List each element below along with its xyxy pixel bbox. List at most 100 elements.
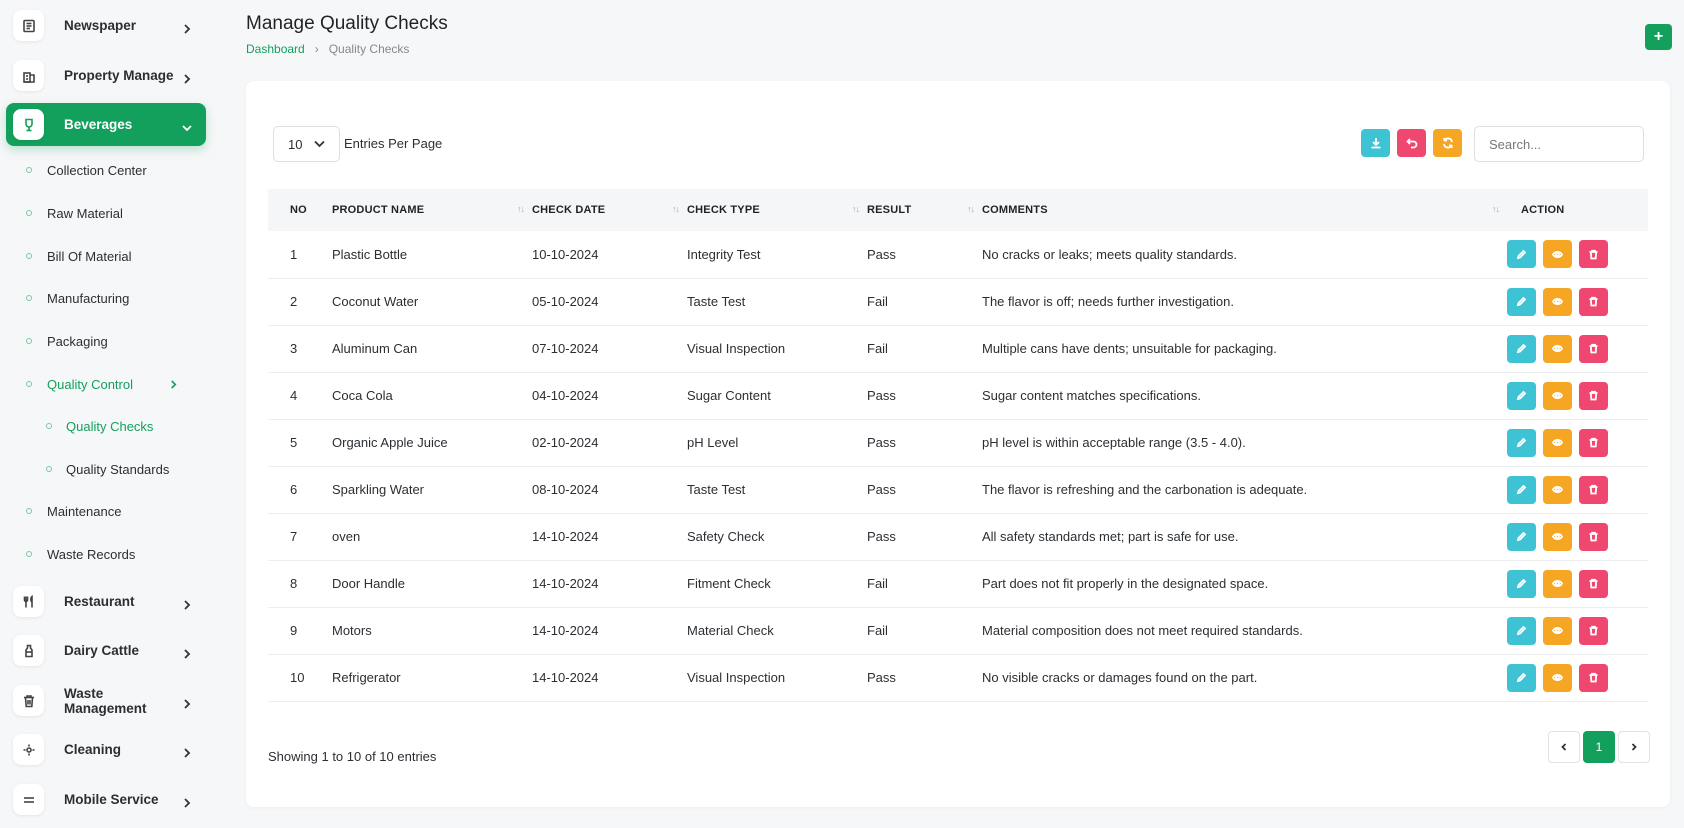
delete-button[interactable] bbox=[1579, 522, 1608, 551]
chevron-right-icon bbox=[182, 696, 192, 709]
cell-comments: The flavor is refreshing and the carbona… bbox=[982, 466, 1507, 514]
sidebar-sub-packaging[interactable]: Packaging bbox=[26, 326, 108, 356]
table-row: 2 Coconut Water 05-10-2024 Taste Test Fail Th… bbox=[268, 278, 1648, 326]
delete-button[interactable] bbox=[1579, 287, 1608, 316]
delete-button[interactable] bbox=[1579, 475, 1608, 504]
page-title: Manage Quality Checks bbox=[246, 13, 448, 34]
sidebar-sub-quality-control[interactable]: Quality Control bbox=[26, 369, 178, 399]
add-quality-check-button[interactable]: + bbox=[1645, 24, 1672, 50]
table-row: 5 Organic Apple Juice 02-10-2024 pH Level Pa… bbox=[268, 419, 1648, 467]
edit-button[interactable] bbox=[1507, 381, 1536, 410]
delete-button[interactable] bbox=[1579, 381, 1608, 410]
delete-button[interactable] bbox=[1579, 569, 1608, 598]
cell-product-name: Refrigerator bbox=[332, 654, 532, 702]
export-button[interactable] bbox=[1361, 129, 1390, 157]
sidebar-item-waste-management[interactable]: Waste Management bbox=[6, 679, 206, 722]
delete-button[interactable] bbox=[1579, 616, 1608, 645]
column-header-no[interactable]: NO bbox=[268, 189, 332, 231]
pencil-icon bbox=[1516, 484, 1527, 495]
previous-page-button[interactable] bbox=[1548, 731, 1580, 763]
column-header-check-type[interactable]: CHECK TYPE ↑↓ bbox=[687, 189, 867, 231]
edit-button[interactable] bbox=[1507, 240, 1536, 269]
page-button-current[interactable]: 1 bbox=[1583, 731, 1615, 763]
sidebar-sub-manufacturing[interactable]: Manufacturing bbox=[26, 283, 129, 313]
trash-icon bbox=[1589, 249, 1598, 260]
view-button[interactable] bbox=[1543, 475, 1572, 504]
view-button[interactable] bbox=[1543, 569, 1572, 598]
column-header-check-date[interactable]: CHECK DATE ↑↓ bbox=[532, 189, 687, 231]
sidebar-item-newspaper[interactable]: Newspaper bbox=[6, 4, 206, 47]
sidebar: Newspaper Property Manage Beverages Coll… bbox=[0, 0, 220, 828]
cell-result: Pass bbox=[867, 419, 982, 467]
bullet-icon bbox=[26, 508, 32, 514]
quality-checks-table: NO PRODUCT NAME ↑↓ CHECK DATE ↑↓ CHECK TYP… bbox=[268, 189, 1648, 702]
sidebar-item-cleaning[interactable]: Cleaning bbox=[6, 728, 206, 771]
row-actions bbox=[1507, 381, 1648, 410]
cell-product-name: Motors bbox=[332, 607, 532, 655]
sidebar-item-dairy-cattle[interactable]: Dairy Cattle bbox=[6, 629, 206, 672]
edit-button[interactable] bbox=[1507, 428, 1536, 457]
breadcrumb-dashboard-link[interactable]: Dashboard bbox=[246, 42, 305, 56]
delete-button[interactable] bbox=[1579, 334, 1608, 363]
view-button[interactable] bbox=[1543, 287, 1572, 316]
sidebar-item-label: Dairy Cattle bbox=[64, 643, 140, 658]
chevron-right-icon bbox=[169, 377, 178, 392]
view-button[interactable] bbox=[1543, 381, 1572, 410]
cell-check-type: Visual Inspection bbox=[687, 654, 867, 702]
row-actions bbox=[1507, 663, 1648, 692]
cell-result: Fail bbox=[867, 560, 982, 608]
cell-no: 6 bbox=[268, 466, 332, 514]
view-button[interactable] bbox=[1543, 334, 1572, 363]
column-header-product-name[interactable]: PRODUCT NAME ↑↓ bbox=[332, 189, 532, 231]
sidebar-sub-maintenance[interactable]: Maintenance bbox=[26, 496, 121, 526]
sidebar-item-mobile-service[interactable]: Mobile Service bbox=[6, 778, 206, 821]
edit-button[interactable] bbox=[1507, 569, 1536, 598]
trash-icon bbox=[1589, 625, 1598, 636]
refresh-button[interactable] bbox=[1433, 129, 1462, 157]
delete-button[interactable] bbox=[1579, 240, 1608, 269]
view-button[interactable] bbox=[1543, 240, 1572, 269]
undo-button[interactable] bbox=[1397, 129, 1426, 157]
column-header-result[interactable]: RESULT ↑↓ bbox=[867, 189, 982, 231]
edit-button[interactable] bbox=[1507, 663, 1536, 692]
column-header-action: ACTION bbox=[1521, 204, 1565, 216]
entries-per-page-select[interactable]: 10 bbox=[273, 126, 340, 162]
edit-button[interactable] bbox=[1507, 334, 1536, 363]
table-header-row: NO PRODUCT NAME ↑↓ CHECK DATE ↑↓ CHECK TYP… bbox=[268, 189, 1648, 231]
sidebar-item-beverages[interactable]: Beverages bbox=[6, 103, 206, 146]
view-button[interactable] bbox=[1543, 616, 1572, 645]
sort-icon: ↑↓ bbox=[967, 204, 975, 214]
edit-button[interactable] bbox=[1507, 287, 1536, 316]
cell-check-date: 04-10-2024 bbox=[532, 372, 687, 420]
cell-no: 7 bbox=[268, 513, 332, 561]
edit-button[interactable] bbox=[1507, 522, 1536, 551]
edit-button[interactable] bbox=[1507, 616, 1536, 645]
sidebar-sub-quality-checks[interactable]: Quality Checks bbox=[46, 411, 153, 441]
view-button[interactable] bbox=[1543, 663, 1572, 692]
sidebar-sub-waste-records[interactable]: Waste Records bbox=[26, 539, 135, 569]
column-header-comments[interactable]: COMMENTS ↑↓ bbox=[982, 189, 1507, 231]
cell-result: Pass bbox=[867, 654, 982, 702]
cell-no: 10 bbox=[268, 654, 332, 702]
cell-check-date: 14-10-2024 bbox=[532, 560, 687, 608]
search-input[interactable] bbox=[1474, 126, 1644, 162]
view-button[interactable] bbox=[1543, 428, 1572, 457]
sidebar-sub-collection-center[interactable]: Collection Center bbox=[26, 155, 147, 185]
eye-icon bbox=[1552, 391, 1563, 400]
sidebar-item-property-manage[interactable]: Property Manage bbox=[6, 54, 206, 97]
table-row: 1 Plastic Bottle 10-10-2024 Integrity Test P… bbox=[268, 231, 1648, 279]
sidebar-sub-bill-of-material[interactable]: Bill Of Material bbox=[26, 241, 132, 271]
eye-icon bbox=[1552, 626, 1563, 635]
sidebar-item-restaurant[interactable]: Restaurant bbox=[6, 580, 206, 623]
delete-button[interactable] bbox=[1579, 428, 1608, 457]
view-button[interactable] bbox=[1543, 522, 1572, 551]
edit-button[interactable] bbox=[1507, 475, 1536, 504]
undo-icon bbox=[1405, 138, 1417, 149]
eye-icon bbox=[1552, 344, 1563, 353]
cell-check-type: Taste Test bbox=[687, 466, 867, 514]
sidebar-sub-raw-material[interactable]: Raw Material bbox=[26, 198, 123, 228]
pencil-icon bbox=[1516, 296, 1527, 307]
sidebar-sub-quality-standards[interactable]: Quality Standards bbox=[46, 454, 169, 484]
delete-button[interactable] bbox=[1579, 663, 1608, 692]
next-page-button[interactable] bbox=[1618, 731, 1650, 763]
